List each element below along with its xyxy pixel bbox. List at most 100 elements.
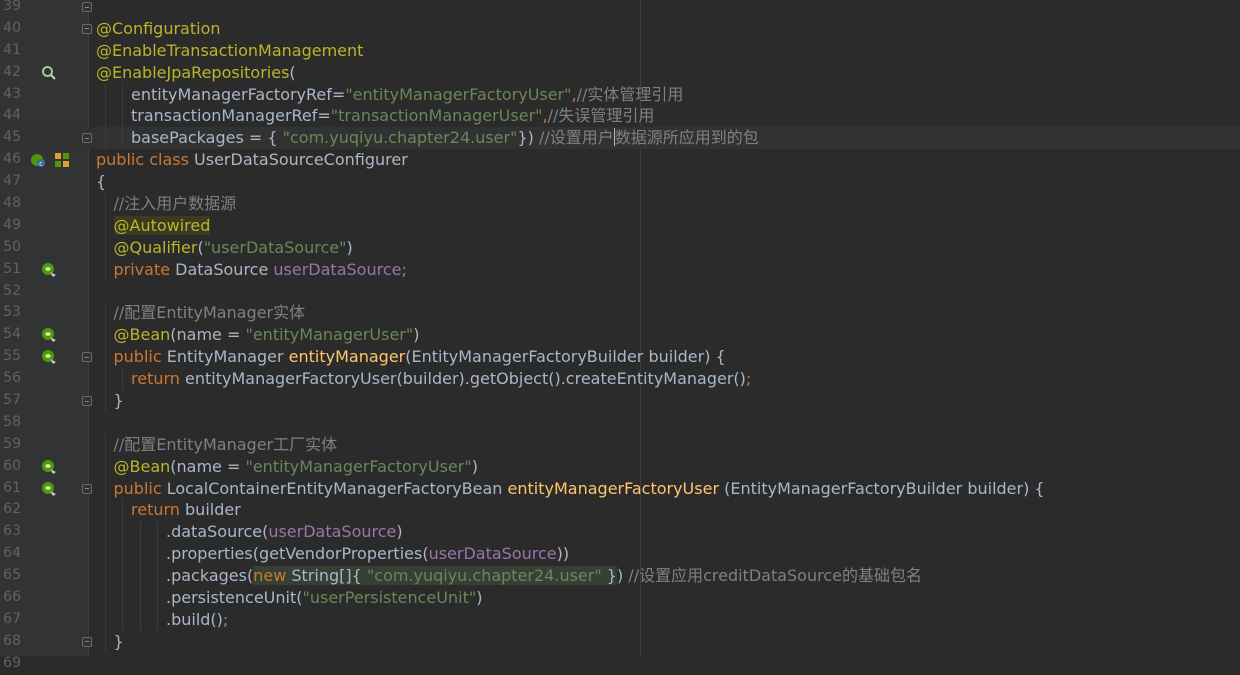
code-token: ) [471, 456, 478, 476]
code-line[interactable]: 42 @EnableJpaRepositories( [0, 62, 1240, 84]
code-line[interactable]: 53 //配置EntityManager实体 [0, 302, 1240, 325]
code-line[interactable]: 49 @Autowired [0, 214, 1240, 237]
code-line[interactable]: 46 public class UserDataSourceConfigurer [0, 149, 1240, 171]
code-text[interactable]: @EnableJpaRepositories( [96, 62, 296, 84]
code-lines[interactable]: 39 40 @Configuration 41 @EnableTransactionMa… [0, 0, 1240, 675]
code-text[interactable]: .properties(getVendorProperties(userData… [166, 543, 569, 565]
line-number: 68 [3, 632, 21, 649]
code-text[interactable]: .build(); [166, 609, 228, 631]
indent-guide [104, 630, 106, 653]
bean-injection-icon[interactable] [41, 262, 57, 278]
indent-guide [104, 477, 106, 500]
code-text[interactable]: { [96, 171, 106, 193]
code-text[interactable]: public EntityManager entityManager(Entit… [114, 346, 726, 368]
code-text[interactable]: @EnableTransactionManagement [96, 40, 363, 62]
code-line[interactable]: 68} [0, 630, 1240, 653]
code-token: } [113, 391, 124, 411]
code-text[interactable]: @Bean(name = "entityManagerUser") [114, 324, 420, 346]
code-line[interactable]: 40 @Configuration [0, 18, 1240, 40]
bean-icon[interactable] [41, 459, 57, 475]
code-line[interactable]: 48 //注入用户数据源 [0, 193, 1240, 215]
code-editor[interactable]: 39 40 @Configuration 41 @EnableTransactionMa… [0, 0, 1240, 671]
code-text[interactable]: public class UserDataSourceConfigurer [96, 149, 408, 171]
code-text[interactable]: .persistenceUnit("userPersistenceUnit") [166, 587, 482, 609]
code-text[interactable]: return entityManagerFactoryUser(builder)… [131, 368, 751, 390]
indent-guide [104, 455, 106, 478]
fold-marker-icon[interactable] [82, 483, 92, 494]
fold-marker-icon[interactable] [82, 2, 92, 12]
fold-marker-icon[interactable] [82, 133, 92, 144]
code-text[interactable]: private DataSource userDataSource; [114, 259, 407, 281]
code-text[interactable]: //配置EntityManager工厂实体 [114, 434, 338, 456]
code-text[interactable]: @Autowired [113, 215, 211, 237]
code-line[interactable]: 63 .dataSource(userDataSource) [0, 521, 1240, 544]
code-text[interactable]: transactionManagerRef="transactionManage… [131, 105, 654, 127]
code-line[interactable]: 66 .persistenceUnit("userPersistenceUnit"… [0, 587, 1240, 609]
code-line[interactable]: 67 .build(); [0, 608, 1240, 631]
code-line[interactable]: 62 return builder [0, 499, 1240, 522]
bean-icon[interactable] [41, 327, 57, 343]
fold-marker-icon[interactable] [82, 396, 92, 407]
code-token: return [131, 369, 186, 389]
bean-icon[interactable] [41, 481, 57, 497]
code-line[interactable]: 54 @Bean(name = "entityManagerUser") [0, 324, 1240, 347]
code-text[interactable]: return builder [131, 499, 241, 521]
code-line[interactable]: 56 return entityManagerFactoryUser(builde… [0, 368, 1240, 391]
code-line[interactable]: 61 public LocalContainerEntityManagerFact… [0, 477, 1240, 500]
diagram-icon[interactable] [54, 152, 70, 168]
code-text[interactable]: entityManagerFactoryRef="entityManagerFa… [131, 84, 683, 106]
code-text[interactable]: @Configuration [96, 18, 221, 40]
code-token: userDataSource [273, 259, 402, 279]
code-line[interactable]: 43 entityManagerFactoryRef="entityManager… [0, 83, 1240, 106]
code-text[interactable]: .dataSource(userDataSource) [166, 521, 403, 543]
fold-marker-icon[interactable] [82, 23, 92, 34]
code-line[interactable]: 45 basePackages = { "com.yuqiyu.chapter24… [0, 127, 1240, 150]
line-number: 59 [3, 435, 21, 452]
bean-icon[interactable] [41, 349, 57, 365]
code-text[interactable]: @Qualifier("userDataSource") [114, 237, 353, 259]
code-line[interactable]: 41 @EnableTransactionManagement [0, 40, 1240, 62]
indent-guide [157, 543, 159, 566]
code-line[interactable]: 58 [0, 412, 1240, 434]
indent-guide [104, 83, 106, 106]
indent-guide [157, 608, 159, 631]
line-number: 41 [3, 41, 21, 58]
code-token: //失误管理引用 [547, 106, 655, 126]
code-line[interactable]: 69 [0, 653, 1240, 675]
code-line[interactable]: 65 .packages(new String[]{ "com.yuqiyu.ch… [0, 565, 1240, 588]
code-token: (name = [170, 325, 246, 345]
indent-guide [104, 608, 106, 631]
code-line[interactable]: 44 transactionManagerRef="transactionMana… [0, 105, 1240, 128]
fold-marker-icon[interactable] [82, 636, 92, 647]
code-line[interactable]: 60 @Bean(name = "entityManagerFactoryUser… [0, 455, 1240, 478]
indent-guide [122, 587, 124, 609]
code-line[interactable]: 55 public EntityManager entityManager(Ent… [0, 346, 1240, 369]
search-bean-icon[interactable] [41, 65, 57, 81]
code-text[interactable]: } [114, 631, 124, 653]
code-line[interactable]: 64 .properties(getVendorProperties(userDa… [0, 543, 1240, 566]
code-line[interactable]: 47 { [0, 171, 1240, 193]
code-line[interactable]: 59 //配置EntityManager工厂实体 [0, 433, 1240, 456]
code-token: userDataSource [268, 522, 397, 542]
code-text[interactable]: //配置EntityManager实体 [114, 302, 306, 324]
code-line[interactable]: 52 [0, 281, 1240, 303]
code-line[interactable]: 51 private DataSource userDataSource; [0, 258, 1240, 281]
indent-guide [104, 346, 106, 369]
code-token: .persistenceUnit( [166, 588, 303, 608]
code-text[interactable]: public LocalContainerEntityManagerFactor… [114, 478, 1045, 500]
code-text[interactable]: .packages(new String[]{ "com.yuqiyu.chap… [166, 565, 922, 587]
spring-config-icon[interactable] [30, 152, 46, 168]
line-number: 43 [3, 85, 21, 102]
code-text[interactable]: basePackages = { "com.yuqiyu.chapter24.u… [131, 127, 759, 149]
code-token: )) [556, 544, 570, 564]
code-text[interactable]: } [114, 390, 124, 412]
code-text[interactable]: @Bean(name = "entityManagerFactoryUser") [114, 456, 478, 478]
indent-guide [104, 258, 106, 281]
code-line[interactable]: 57} [0, 390, 1240, 412]
code-token: //配置EntityManager实体 [113, 303, 306, 323]
code-line[interactable]: 50 @Qualifier("userDataSource") [0, 236, 1240, 259]
indent-guide [104, 236, 106, 259]
fold-marker-icon[interactable] [82, 352, 92, 363]
code-line[interactable]: 39 [0, 0, 1240, 18]
code-text[interactable]: //注入用户数据源 [114, 193, 237, 215]
